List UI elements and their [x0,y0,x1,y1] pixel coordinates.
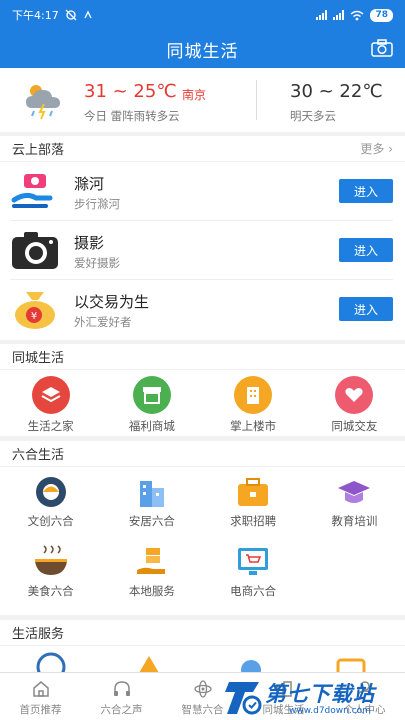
watermark-logo-icon [225,682,262,715]
grid-item-dating[interactable]: 同城交友 [304,370,405,434]
grid-item-label: 求职招聘 [230,514,277,528]
grid-item-education[interactable]: 教育培训 [304,467,405,537]
camera-icon [12,232,58,269]
sync-off-icon [65,9,77,21]
grid-item-label: 生活之家 [27,419,74,433]
section-header: 同城生活 [0,344,405,370]
grid-item-label: 本地服务 [128,584,175,598]
tab-label: 智慧六合 [181,704,224,716]
wifi-icon [351,10,364,20]
tribe-name: 摄影 [74,234,105,252]
service-icon[interactable] [34,650,68,672]
service-icon[interactable] [234,650,268,672]
section-title: 云上部落 [12,143,65,158]
section-header: 生活服务 [0,620,405,646]
today-description: 今日 雷阵雨转多云 [84,109,180,123]
city-name: 南京 [182,88,207,102]
culture-icon [35,477,66,507]
grid-item-ecommerce[interactable]: 电商六合 [203,537,304,607]
tab-voice[interactable]: 六合之声 [81,673,162,720]
apartment-icon [139,481,164,507]
tribe-subtitle: 步行滁河 [74,197,120,211]
service-icon[interactable] [132,650,166,672]
page-title: 同城生活 [166,41,239,62]
walking-person-icon [11,174,53,208]
tomorrow-temperature: 30 ~ 22℃ [290,81,383,102]
tribe-item-trading[interactable]: ¥ 以交易为生 外汇爱好者 进入 [10,280,393,339]
grid-item-life-home[interactable]: 生活之家 [0,370,101,434]
more-link[interactable]: 更多 › [360,140,393,157]
grid-item-label: 福利商城 [128,419,175,433]
grid-item-label: 教育培训 [331,514,378,528]
home-icon [32,681,49,697]
notification-icon [84,10,92,19]
life-service-section: 生活服务 [0,620,405,672]
watermark-title: 第七下载站 [265,682,375,706]
grid-item-jobs[interactable]: 求职招聘 [203,467,304,537]
tab-label: 六合之声 [100,704,143,716]
briefcase-icon [238,478,269,506]
grid-item-label: 美食六合 [27,584,74,598]
weather-panel[interactable]: 31 ~ 25℃ 南京 今日 雷阵雨转多云 30 ~ 22℃ 明天多云 [0,68,405,132]
layers-icon [31,376,70,414]
tab-home[interactable]: 首页推荐 [0,673,81,720]
title-bar: 同城生活 [0,30,405,68]
tribe-subtitle: 爱好摄影 [74,256,120,270]
battery-indicator: 78 [370,8,393,22]
status-bar: 下午4:17 78 [0,0,405,30]
grid-item-property[interactable]: 掌上楼市 [203,370,304,434]
enter-button[interactable]: 进入 [339,238,393,262]
graduation-cap-icon [338,481,371,503]
watermark-url: www.d7down.com [289,706,371,716]
service-icon[interactable] [334,650,368,672]
section-header: 云上部落 更多 › [0,136,405,162]
grid-item-label: 电商六合 [230,584,277,598]
today-temperature: 31 ~ 25℃ [84,81,177,102]
tribe-name: 以交易为生 [74,293,150,311]
food-bowl-icon [34,545,67,575]
hearts-icon [335,376,374,414]
section-header: 六合生活 [0,441,405,467]
shopping-screen-icon [238,548,269,575]
grid-item-local-service[interactable]: 本地服务 [101,537,202,607]
status-time: 下午4:17 [12,9,59,22]
grid-item-food[interactable]: 美食六合 [0,537,101,607]
cloud-tribe-section: 云上部落 更多 › 滁河 步行滁河 进入 摄影 爱好摄影 进入 ¥ 以交易为生 … [0,136,405,340]
signal-2-icon [333,10,345,20]
grid-item-label: 安居六合 [128,514,175,528]
grid-item-housing[interactable]: 安居六合 [101,467,202,537]
enter-button[interactable]: 进入 [339,179,393,203]
tribe-name: 滁河 [74,175,105,193]
atom-icon [193,680,212,698]
signal-icon [316,10,328,20]
tribe-item-photography[interactable]: 摄影 爱好摄影 进入 [10,221,393,280]
section-title: 生活服务 [12,627,65,642]
building-icon [234,376,273,414]
grid-item-label: 同城交友 [331,419,378,433]
section-title: 六合生活 [12,448,65,463]
tomorrow-description: 明天多云 [290,109,336,123]
section-title: 同城生活 [12,351,65,366]
headphones-icon [113,681,130,696]
grid-item-label: 掌上楼市 [230,419,277,433]
tab-label: 首页推荐 [19,704,62,716]
money-bag-icon: ¥ [15,292,55,329]
tribe-item-chuhe[interactable]: 滁河 步行滁河 进入 [10,162,393,221]
enter-button[interactable]: 进入 [339,297,393,321]
service-hand-icon [136,548,165,574]
shop-icon [132,376,171,414]
liuhe-life-section: 六合生活 文创六合 安居六合 求职招聘 教育培训 美食六合 本地服务 电商六合 [0,441,405,615]
grid-item-welfare-mall[interactable]: 福利商城 [101,370,202,434]
tribe-subtitle: 外汇爱好者 [74,315,132,329]
camera-icon[interactable] [371,39,393,57]
svg-text:¥: ¥ [31,311,37,322]
thunderstorm-icon [26,85,60,120]
weather-divider [256,80,257,120]
local-life-section: 同城生活 生活之家 福利商城 掌上楼市 同城交友 [0,344,405,436]
grid-item-culture[interactable]: 文创六合 [0,467,101,537]
grid-item-label: 文创六合 [27,514,74,528]
watermark: 第七下载站 www.d7down.com [223,676,401,720]
